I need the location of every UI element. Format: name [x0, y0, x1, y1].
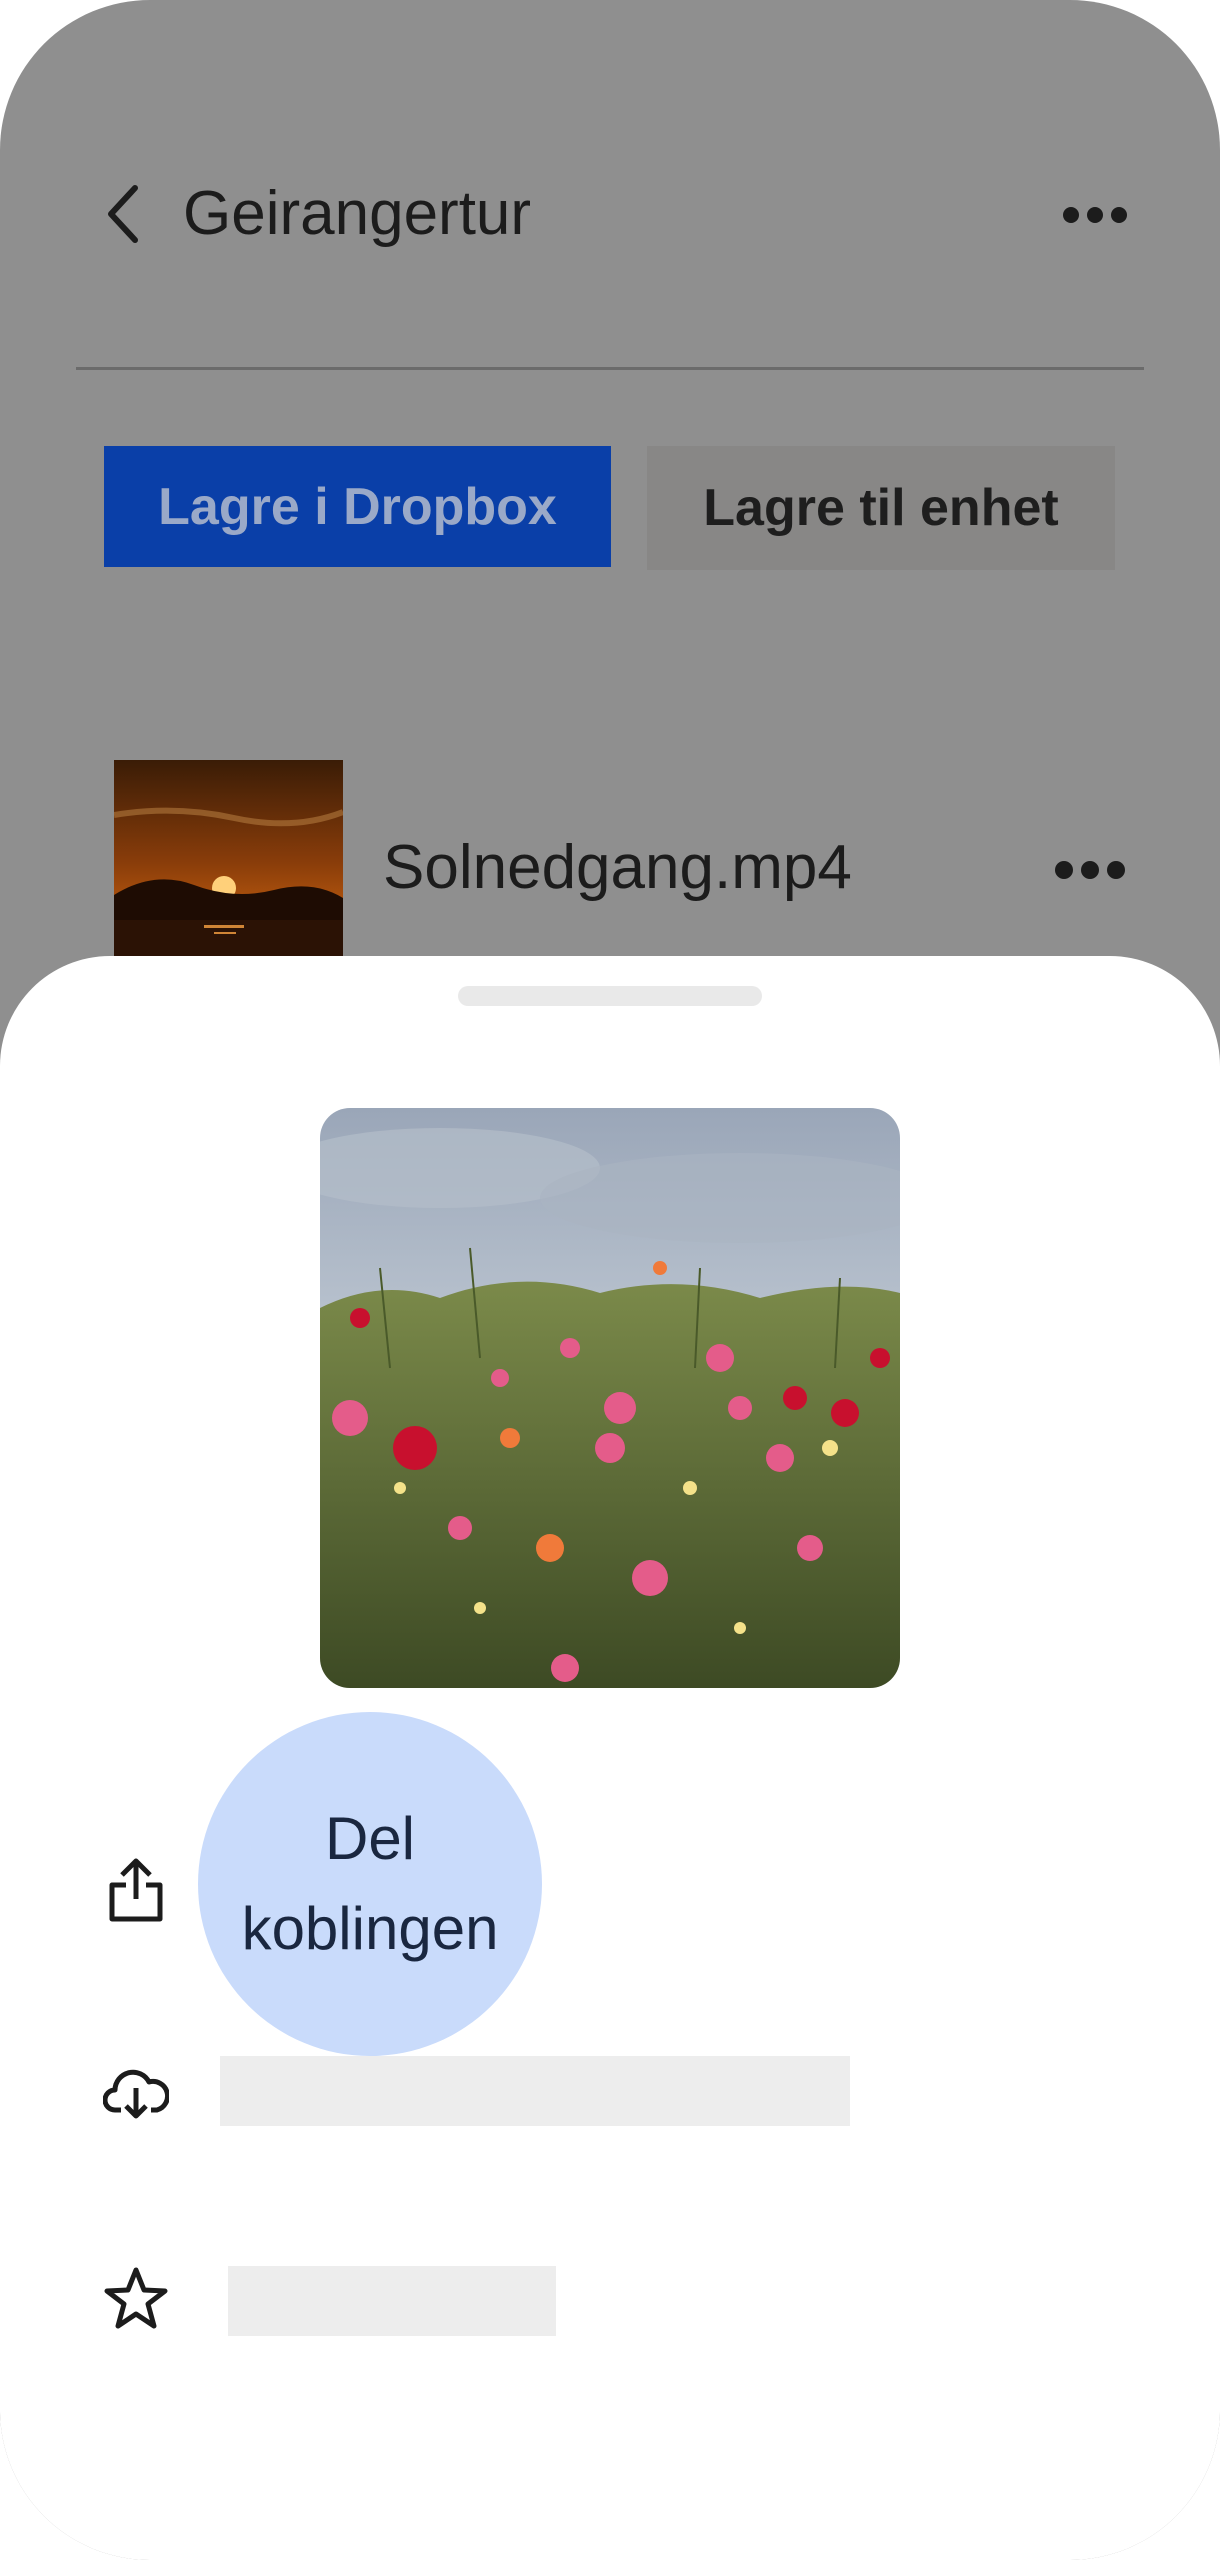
favorite-button[interactable]: [100, 2262, 172, 2334]
share-button[interactable]: [100, 1854, 172, 1926]
save-to-device-button[interactable]: Lagre til enhet: [647, 446, 1115, 570]
star-icon: [104, 2267, 168, 2329]
more-options-button[interactable]: [1060, 190, 1130, 240]
back-button[interactable]: [95, 178, 151, 250]
cloud-download-icon: [103, 2069, 169, 2119]
top-bar: Geirangertur: [0, 0, 1220, 370]
file-row[interactable]: Solnedgang.mp4: [0, 740, 1220, 990]
favorite-label-placeholder: [228, 2266, 556, 2336]
flower-field-preview: [320, 1108, 900, 1688]
more-horizontal-icon: [1055, 861, 1125, 879]
share-icon: [109, 1858, 163, 1922]
sheet-drag-handle[interactable]: [458, 986, 762, 1006]
bottom-sheet: [0, 956, 1220, 2560]
header-divider: [76, 367, 1144, 370]
phone-screen: Geirangertur Lagre i Dropbox Lagre til e…: [0, 0, 1220, 2560]
share-link-highlight[interactable]: Del koblingen: [198, 1712, 542, 2056]
more-horizontal-icon: [1063, 207, 1127, 223]
file-more-button[interactable]: [1050, 845, 1130, 895]
folder-title: Geirangertur: [183, 179, 532, 248]
file-name: Solnedgang.mp4: [383, 833, 852, 902]
download-button[interactable]: [100, 2056, 172, 2128]
download-label-placeholder: [220, 2056, 850, 2126]
chevron-left-icon: [108, 185, 138, 243]
share-link-label-line1: Del: [324, 1805, 416, 1872]
share-link-label-line2: koblingen: [241, 1895, 499, 1962]
save-to-dropbox-button[interactable]: Lagre i Dropbox: [104, 446, 611, 567]
